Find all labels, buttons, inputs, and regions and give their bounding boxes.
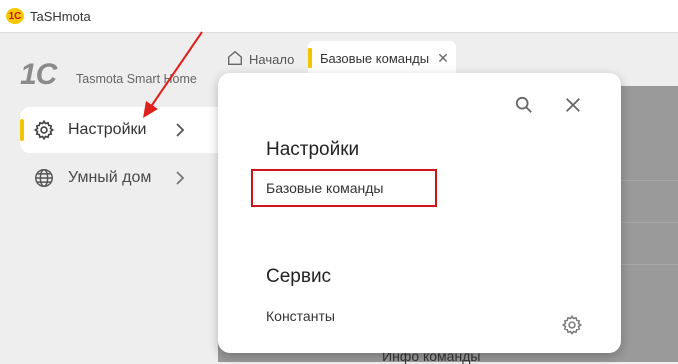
- app-logo: 1С: [6, 8, 24, 24]
- tab-basic-commands[interactable]: Базовые команды ✕: [308, 41, 456, 75]
- brand: 1С Tasmota Smart Home: [20, 58, 197, 92]
- highlight-annotation-box: [251, 169, 437, 207]
- sidebar-item-label: Умный дом: [68, 169, 152, 186]
- sidebar-item-label: Настройки: [68, 121, 147, 138]
- section-title-service: Сервис: [266, 266, 332, 287]
- tab-home[interactable]: Начало: [226, 45, 294, 73]
- tab-label: Начало: [249, 51, 295, 67]
- active-indicator: [20, 119, 24, 141]
- gear-icon: [32, 118, 56, 142]
- menu-item-constants[interactable]: Константы: [266, 308, 335, 324]
- chevron-right-icon: [170, 168, 190, 188]
- close-icon[interactable]: [564, 96, 582, 114]
- navigation-popup: Настройки Базовые команды Сервис Констан…: [218, 73, 621, 353]
- home-icon: [226, 49, 244, 70]
- tab-label: Базовые команды: [320, 50, 430, 66]
- section-title-settings: Настройки: [266, 139, 360, 160]
- window-title: TaSHmota: [30, 8, 91, 24]
- globe-icon: [32, 166, 56, 190]
- close-tab-icon[interactable]: ✕: [437, 50, 449, 67]
- tab-active-indicator: [308, 48, 312, 68]
- brand-name: Tasmota Smart Home: [76, 72, 197, 86]
- sidebar-item-settings[interactable]: Настройки: [20, 107, 220, 153]
- sidebar-item-smart-home[interactable]: Умный дом: [20, 155, 220, 201]
- chevron-right-icon: [170, 120, 190, 140]
- gear-icon[interactable]: [561, 314, 583, 336]
- brand-logo: 1С: [20, 58, 57, 91]
- title-bar: 1С TaSHmota: [0, 0, 678, 33]
- search-icon[interactable]: [515, 96, 533, 114]
